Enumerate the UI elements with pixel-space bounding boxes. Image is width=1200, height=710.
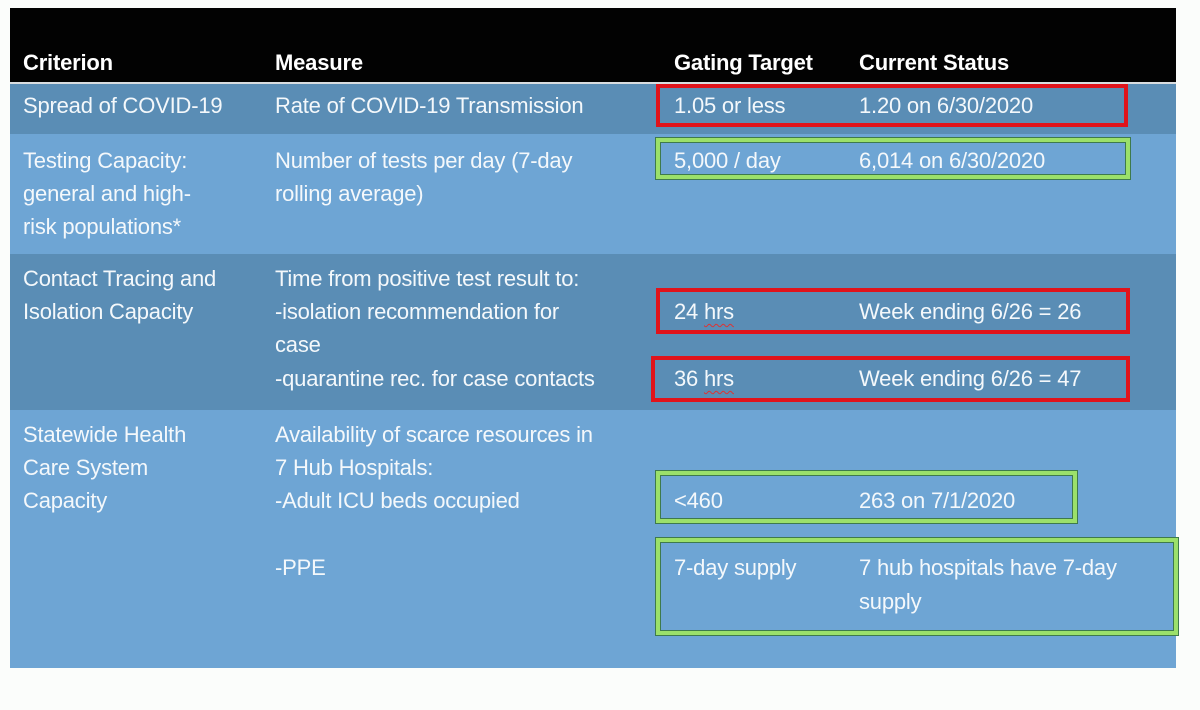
header-measure: Measure xyxy=(275,50,363,75)
header-criterion: Criterion xyxy=(23,50,113,75)
measure-cell: -Adult ICU beds occupied xyxy=(275,488,520,513)
criterion-cell: Statewide Health xyxy=(23,422,187,447)
red-highlight-box xyxy=(656,288,1130,334)
header-current-status: Current Status xyxy=(859,50,1009,75)
criterion-cell: risk populations* xyxy=(23,214,182,239)
table-row-testing: Testing Capacity: general and high- risk… xyxy=(10,134,1176,254)
criterion-cell: Contact Tracing and xyxy=(23,266,217,291)
criterion-cell: Testing Capacity: xyxy=(23,148,188,173)
criterion-cell: Care System xyxy=(23,455,148,480)
measure-cell: -isolation recommendation for xyxy=(275,299,560,324)
measure-cell: -PPE xyxy=(275,555,326,580)
measure-cell: Availability of scarce resources in xyxy=(275,422,593,447)
criterion-cell: general and high- xyxy=(23,181,191,206)
measure-cell: Time from positive test result to: xyxy=(275,266,580,291)
criterion-cell: Isolation Capacity xyxy=(23,299,194,324)
measure-cell: rolling average) xyxy=(275,181,424,206)
measure-cell: Number of tests per day (7-day xyxy=(275,148,573,173)
green-highlight-box xyxy=(656,138,1130,179)
gating-criteria-table: Criterion Measure Gating Target Current … xyxy=(10,8,1178,668)
table-row-health-care: Statewide Health Care System Capacity Av… xyxy=(10,410,1178,668)
criterion-cell: Spread of COVID-19 xyxy=(23,93,223,118)
header-gating-target: Gating Target xyxy=(674,50,813,75)
green-highlight-box xyxy=(656,471,1077,523)
table-row-spread: Spread of COVID-19 Rate of COVID-19 Tran… xyxy=(10,84,1176,134)
red-highlight-box xyxy=(651,356,1130,402)
measure-cell: 7 Hub Hospitals: xyxy=(275,455,434,480)
measure-cell: case xyxy=(275,332,321,357)
red-highlight-box xyxy=(656,84,1128,127)
table-row-contact-tracing: Contact Tracing and Isolation Capacity T… xyxy=(10,254,1176,410)
table-header: Criterion Measure Gating Target Current … xyxy=(10,8,1176,84)
measure-cell: Rate of COVID-19 Transmission xyxy=(275,93,584,118)
criterion-cell: Capacity xyxy=(23,488,107,513)
measure-cell: -quarantine rec. for case contacts xyxy=(275,366,595,391)
green-highlight-box xyxy=(656,538,1178,635)
